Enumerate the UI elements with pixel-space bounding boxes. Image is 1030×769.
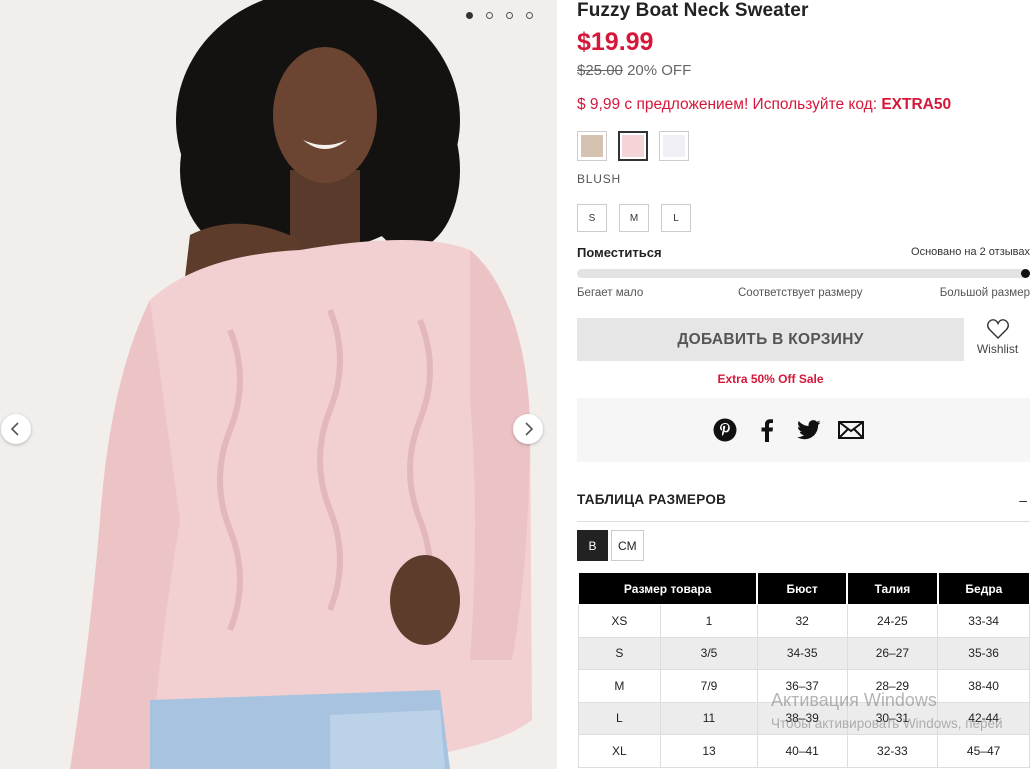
size-option-l[interactable]: L	[661, 204, 691, 232]
chevron-right-icon	[525, 422, 534, 436]
swatch-blush[interactable]	[618, 131, 648, 161]
original-price-row: $25.00 20% OFF	[577, 62, 691, 79]
column-header-size: Размер товара	[576, 572, 758, 605]
hips-cell: 35-36	[937, 636, 1030, 670]
gallery-dot-4[interactable]	[526, 12, 533, 19]
bust-cell: 34-35	[756, 636, 848, 670]
swatch-white[interactable]	[659, 131, 689, 161]
wishlist-label: Wishlist	[976, 342, 1019, 356]
table-row: XS 1 32 24-25 33-34	[577, 604, 1030, 638]
gallery-pagination	[466, 12, 533, 19]
fit-label-small: Бегает мало	[577, 287, 644, 299]
fit-label-true: Соответствует размеру	[738, 287, 863, 299]
promo-message: $ 9,99 с предложением! Используйте код: …	[577, 96, 951, 114]
size-option-s[interactable]: S	[577, 204, 607, 232]
share-bar	[577, 398, 1030, 462]
facebook-icon[interactable]	[754, 417, 780, 443]
swatch-taupe-fill	[581, 135, 603, 157]
product-price: $19.99	[577, 28, 654, 56]
gallery-next-button[interactable]	[513, 414, 543, 444]
hips-cell: 38-40	[937, 669, 1030, 703]
size-option-m[interactable]: M	[619, 204, 649, 232]
color-swatches	[577, 131, 689, 161]
fit-title: Поместиться	[577, 245, 662, 260]
size-chart-table: Размер товара Бюст Талия Бедра XS 1 32 2…	[576, 572, 1030, 768]
waist-cell: 24-25	[846, 604, 939, 638]
size-cell: XL	[577, 734, 662, 768]
fit-indicator	[1021, 269, 1030, 278]
hips-cell: 33-34	[937, 604, 1030, 638]
size-cell: L	[577, 701, 662, 735]
gallery-dot-2[interactable]	[486, 12, 493, 19]
unit-cm-button[interactable]: CM	[611, 530, 644, 561]
size-chart-header-row: Размер товара Бюст Талия Бедра	[576, 572, 1030, 605]
fit-review-count: Основано на 2 отзывах	[911, 246, 1030, 258]
twitter-icon[interactable]	[796, 417, 822, 443]
add-to-cart-button[interactable]: ДОБАВИТЬ В КОРЗИНУ	[577, 318, 964, 361]
size-cell: S	[577, 636, 662, 670]
gallery-prev-button[interactable]	[1, 414, 31, 444]
size-options: S M L	[577, 204, 691, 232]
waist-cell: 32-33	[846, 734, 939, 768]
numeric-size-cell: 11	[660, 701, 758, 735]
size-chart-title: ТАБЛИЦА РАЗМЕРОВ	[577, 492, 727, 507]
table-row: S 3/5 34-35 26–27 35-36	[577, 636, 1030, 670]
numeric-size-cell: 1	[660, 604, 758, 638]
chevron-left-icon	[10, 422, 19, 436]
discount-label: 20% OFF	[627, 62, 692, 79]
product-photo	[0, 0, 557, 769]
numeric-size-cell: 3/5	[660, 636, 758, 670]
unit-inches-button[interactable]: B	[577, 530, 608, 561]
heart-icon	[986, 319, 1009, 339]
size-cell: XS	[577, 604, 662, 638]
promo-code: EXTRA50	[881, 96, 952, 113]
email-icon[interactable]	[837, 417, 864, 443]
gallery-dot-3[interactable]	[506, 12, 513, 19]
windows-activation-watermark-title: Активация Windows	[771, 690, 937, 710]
swatch-blush-fill	[622, 135, 644, 157]
windows-activation-watermark-text: Чтобы активировать Windows, перей	[771, 716, 1003, 731]
numeric-size-cell: 7/9	[660, 669, 758, 703]
hips-cell: 45–47	[937, 734, 1030, 768]
collapse-toggle-icon[interactable]: –	[1019, 492, 1027, 508]
size-cell: M	[577, 669, 662, 703]
numeric-size-cell: 13	[660, 734, 758, 768]
wishlist-button[interactable]: Wishlist	[975, 318, 1020, 362]
column-header-bust: Бюст	[756, 572, 848, 605]
swatch-white-fill	[663, 135, 685, 157]
product-image-gallery	[0, 0, 557, 769]
gallery-dot-1[interactable]	[466, 12, 473, 19]
product-title: Fuzzy Boat Neck Sweater	[577, 0, 809, 21]
unit-switcher: B CM	[577, 530, 644, 561]
bust-cell: 32	[756, 604, 848, 638]
fit-scale	[577, 269, 1030, 278]
product-details-panel: Fuzzy Boat Neck Sweater $19.99 $25.00 20…	[576, 0, 1030, 769]
bust-cell: 40–41	[756, 734, 848, 768]
sale-link[interactable]: Extra 50% Off Sale	[577, 372, 964, 386]
promo-text: $ 9,99 с предложением! Используйте код:	[577, 96, 882, 113]
fit-label-large: Большой размер	[939, 287, 1030, 299]
waist-cell: 26–27	[846, 636, 939, 670]
original-price: $25.00	[577, 62, 623, 79]
column-header-waist: Талия	[846, 572, 939, 605]
column-header-hips: Бедра	[936, 572, 1030, 605]
table-row: XL 13 40–41 32-33 45–47	[577, 734, 1030, 768]
selected-color-name: BLUSH	[577, 172, 622, 186]
size-chart-header[interactable]: ТАБЛИЦА РАЗМЕРОВ –	[577, 478, 1030, 522]
pinterest-icon[interactable]	[712, 417, 738, 443]
swatch-taupe[interactable]	[577, 131, 607, 161]
